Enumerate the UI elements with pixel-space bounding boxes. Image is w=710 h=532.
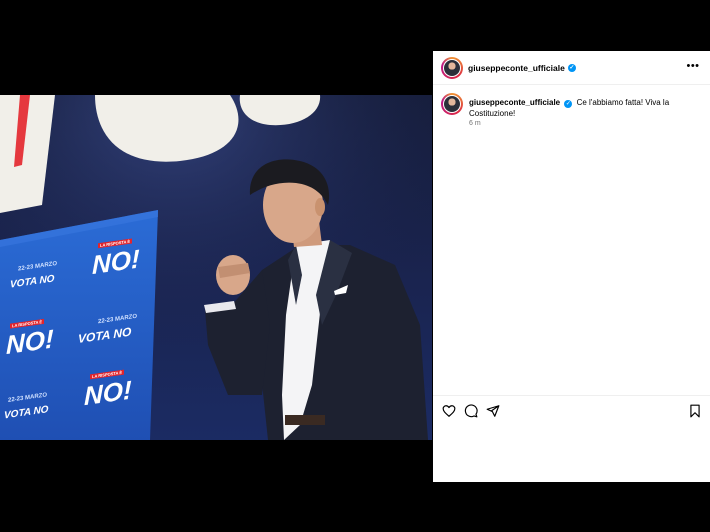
bookmark-icon [690,404,700,418]
caption-username[interactable]: giuseppeconte_ufficiale [469,98,560,107]
post-photo[interactable]: 22-23 MARZO VOTA NO LA RISPOSTA È NO! LA… [0,95,432,440]
comment-button[interactable] [464,404,478,418]
caption-body: giuseppeconte_ufficiale ✓ Ce l'abbiamo f… [469,97,699,119]
avatar-image [444,60,460,76]
comment-icon [464,404,478,418]
verified-badge-icon: ✓ [567,64,576,72]
caption-avatar[interactable] [441,93,463,115]
post-panel: giuseppeconte_ufficiale ✓ ••• giuseppeco… [433,51,710,482]
header-username-row[interactable]: giuseppeconte_ufficiale ✓ [468,63,576,73]
like-button[interactable] [442,404,456,418]
save-button[interactable] [688,404,702,418]
share-button[interactable] [486,404,500,418]
post-actions-bar [433,395,710,425]
speaker-figure [204,159,428,440]
avatar-image [444,96,460,112]
share-icon [486,405,500,417]
post-header: giuseppeconte_ufficiale ✓ ••• [433,51,710,85]
avatar[interactable] [441,57,463,79]
heart-icon [442,405,456,417]
header-username[interactable]: giuseppeconte_ufficiale [468,63,565,73]
verified-badge-icon: ✓ [564,100,573,108]
more-options-button[interactable]: ••• [685,60,701,74]
post-timestamp[interactable]: 6 m [469,120,481,127]
